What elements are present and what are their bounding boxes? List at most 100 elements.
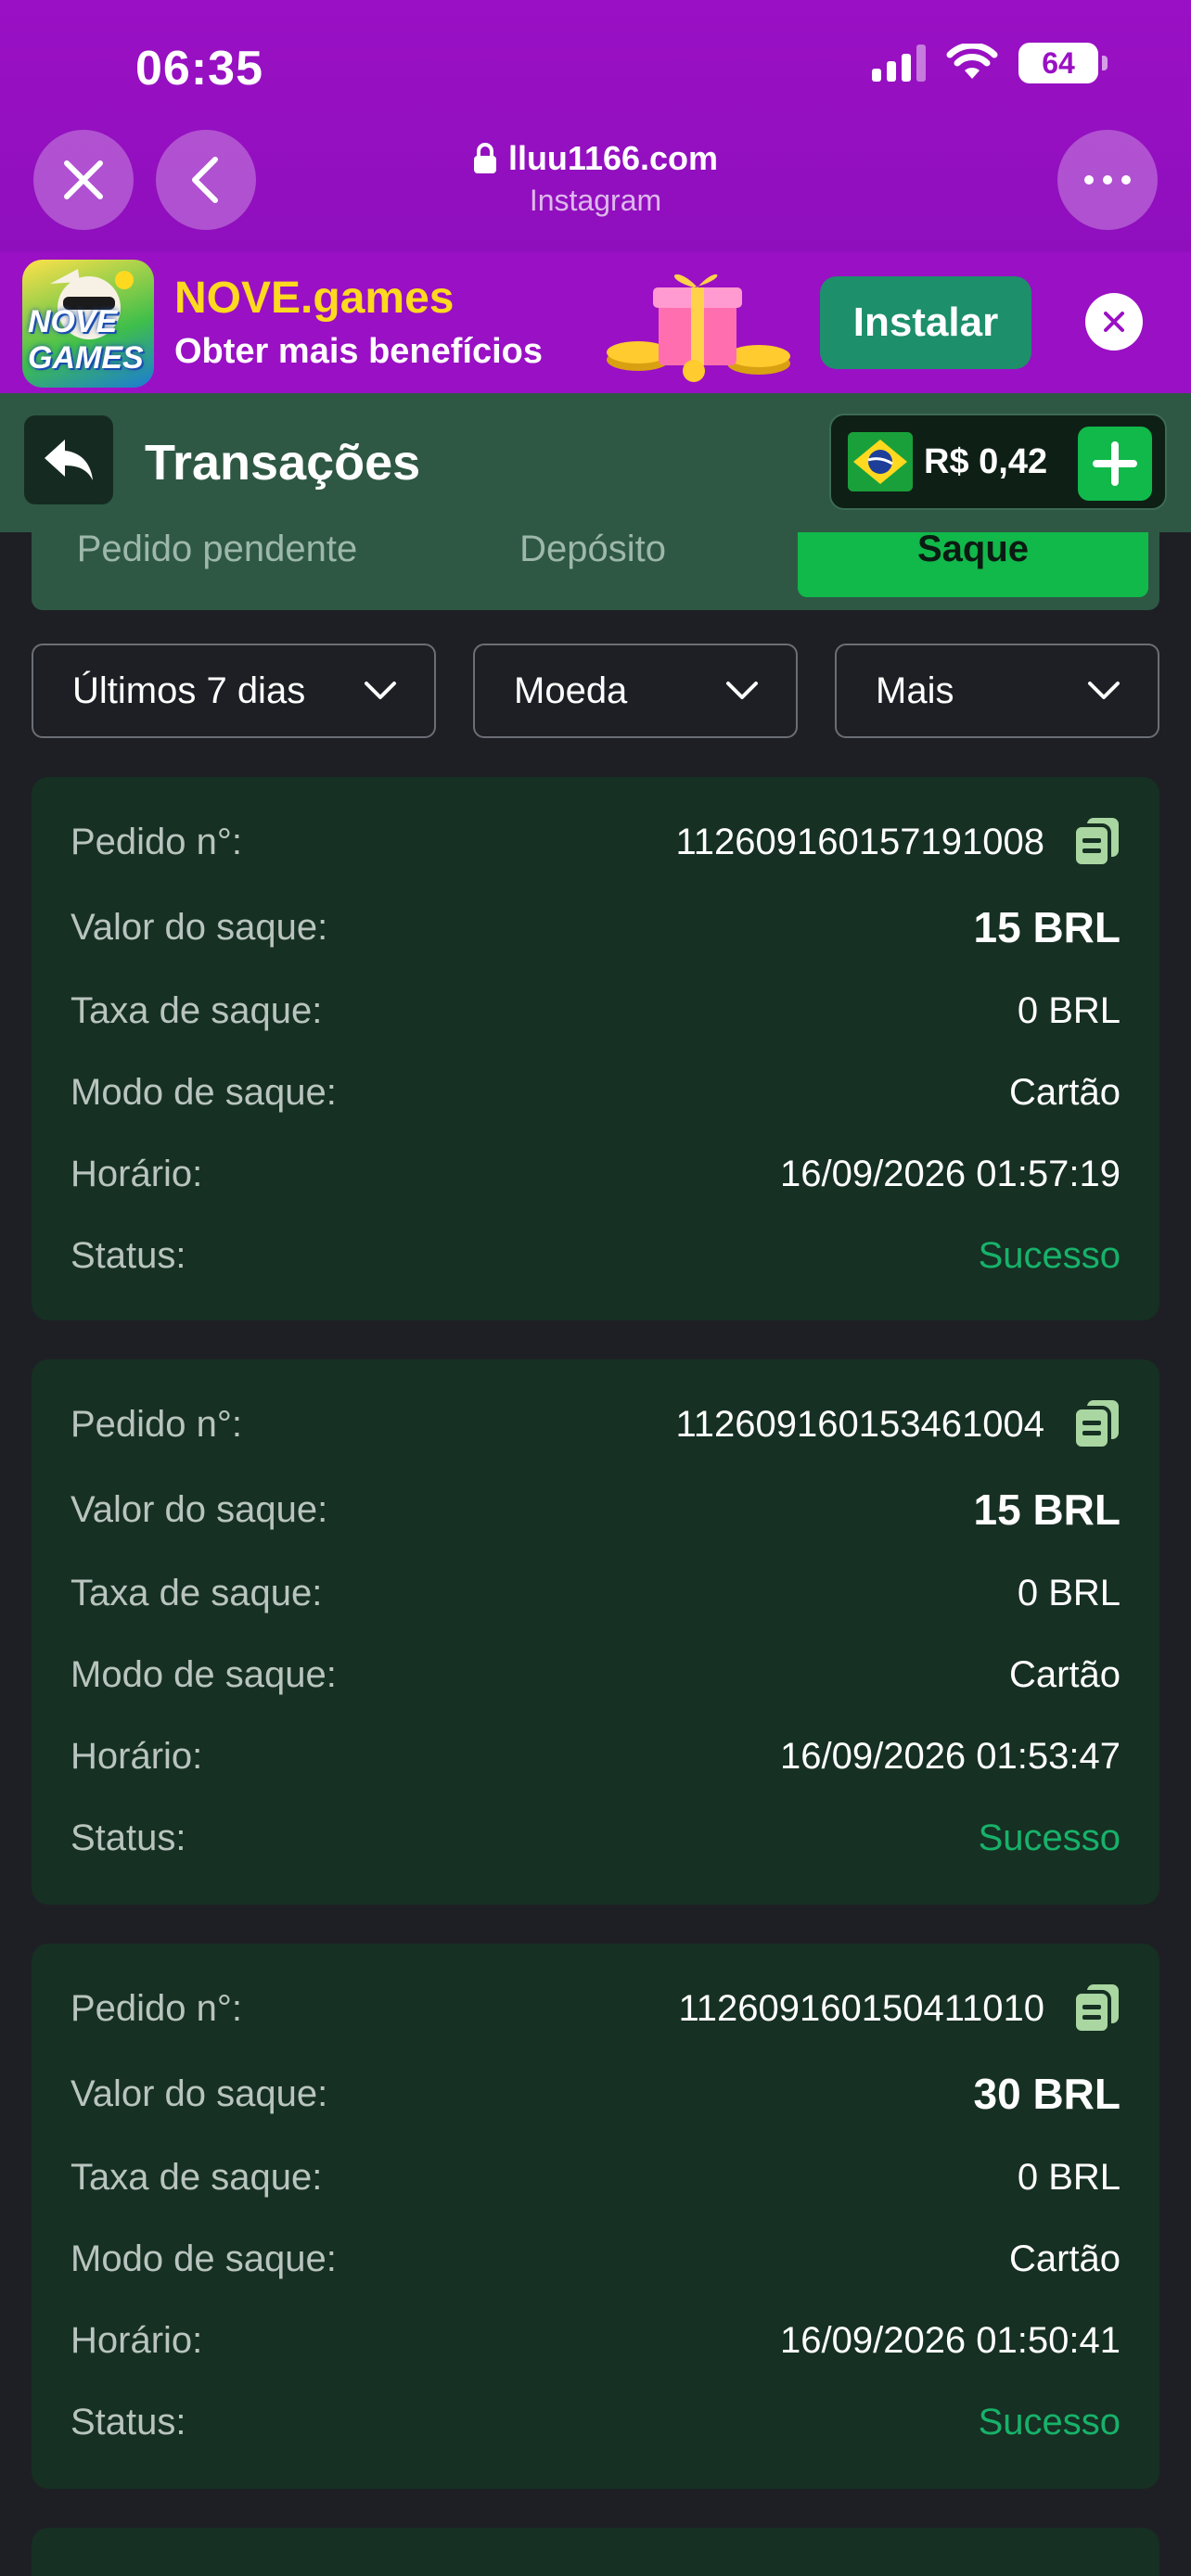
fee-label: Taxa de saque: [70, 1572, 323, 1613]
time-label: Horário: [70, 1153, 203, 1194]
currency-filter-label: Moeda [514, 670, 628, 711]
more-options-button[interactable] [1057, 130, 1158, 230]
fee-row: Taxa de saque: 0 BRL [70, 2149, 1121, 2205]
close-icon [1104, 312, 1124, 332]
order-row: Pedido n°: 112609160153461004 [70, 1396, 1121, 1452]
battery-icon: 64 [1018, 43, 1108, 83]
copy-icon[interactable] [1072, 816, 1121, 868]
balance-widget: R$ 0,42 [829, 414, 1167, 510]
cellular-signal-icon [872, 45, 926, 82]
mode-row: Modo de saque: Cartão [70, 1065, 1121, 1120]
time-row: Horário: 16/09/2026 01:53:47 [70, 1728, 1121, 1784]
time-value: 16/09/2026 01:50:41 [779, 2319, 1121, 2361]
url-bar[interactable]: lluu1166.com Instagram [410, 139, 781, 218]
close-icon [64, 160, 103, 199]
more-filter[interactable]: Mais [835, 644, 1159, 738]
amount-label: Valor do saque: [70, 1488, 328, 1530]
install-banner: NOVE GAMES NOVE.games Obter mais benefíc… [0, 252, 1191, 393]
order-number-value: 112609160153461004 [676, 1398, 1121, 1450]
install-button[interactable]: Instalar [820, 276, 1031, 369]
order-number: 112609160153461004 [675, 1403, 1044, 1445]
amount-row: Valor do saque: 15 BRL [70, 1482, 1121, 1537]
status-row: Status: Sucesso [70, 1228, 1121, 1283]
mode-label: Modo de saque: [70, 1071, 337, 1113]
fee-label: Taxa de saque: [70, 2156, 323, 2198]
brazil-flag-icon [848, 432, 913, 491]
app-logo: NOVE GAMES [22, 260, 154, 388]
transaction-card: Pedido n°: 112609160153461004 Valor do s… [32, 1359, 1159, 1905]
order-label: Pedido n°: [70, 1403, 243, 1445]
mode-row: Modo de saque: Cartão [70, 2231, 1121, 2287]
order-number: 112609160157191008 [675, 821, 1044, 862]
fee-label: Taxa de saque: [70, 989, 323, 1031]
banner-title: NOVE.games [174, 274, 455, 323]
amount-row: Valor do saque: 30 BRL [70, 2066, 1121, 2122]
chevron-down-icon [365, 682, 396, 699]
status-value: Sucesso [978, 2401, 1121, 2442]
order-label: Pedido n°: [70, 821, 243, 862]
amount-value: 15 BRL [973, 903, 1121, 951]
order-number-value: 112609160150411010 [679, 1983, 1121, 2034]
fee-row: Taxa de saque: 0 BRL [70, 1565, 1121, 1621]
time-row: Horário: 16/09/2026 01:50:41 [70, 2313, 1121, 2368]
transaction-card-partial [32, 2528, 1159, 2576]
order-row: Pedido n°: 112609160157191008 [70, 814, 1121, 870]
transaction-card: Pedido n°: 112609160157191008 Valor do s… [32, 777, 1159, 1320]
fee-row: Taxa de saque: 0 BRL [70, 983, 1121, 1039]
status-icons: 64 [872, 43, 1108, 83]
fee-value: 0 BRL [1017, 2156, 1121, 2198]
more-filter-label: Mais [876, 670, 954, 711]
time-label: Horário: [70, 1735, 203, 1777]
fee-value: 0 BRL [1017, 989, 1121, 1031]
status-row: Status: Sucesso [70, 2394, 1121, 2450]
balance-amount: R$ 0,42 [924, 441, 1048, 481]
status-row: Status: Sucesso [70, 1810, 1121, 1866]
chevron-down-icon [1088, 682, 1120, 699]
period-filter[interactable]: Últimos 7 dias [32, 644, 436, 738]
time-row: Horário: 16/09/2026 01:57:19 [70, 1146, 1121, 1202]
deposit-add-button[interactable] [1078, 427, 1152, 501]
status-label: Status: [70, 1817, 186, 1858]
status-label: Status: [70, 2401, 186, 2442]
back-arrow-icon [45, 440, 93, 480]
lock-icon [473, 143, 496, 173]
back-button[interactable] [24, 415, 113, 504]
status-value: Sucesso [978, 1234, 1121, 1276]
gift-coins-icon [607, 274, 790, 382]
amount-label: Valor do saque: [70, 906, 328, 948]
close-browser-button[interactable] [33, 130, 134, 230]
mode-value: Cartão [1008, 2238, 1121, 2279]
transaction-card: Pedido n°: 112609160150411010 Valor do s… [32, 1944, 1159, 2489]
chevron-left-icon [192, 157, 218, 203]
banner-close-button[interactable] [1085, 293, 1143, 351]
order-row: Pedido n°: 112609160150411010 [70, 1981, 1121, 2036]
order-number-value: 112609160157191008 [676, 816, 1121, 868]
amount-value: 15 BRL [973, 1486, 1121, 1534]
wifi-icon [946, 44, 998, 79]
time-value: 16/09/2026 01:57:19 [779, 1153, 1121, 1194]
app-header: Transações R$ 0,42 [0, 393, 1191, 532]
time-label: Horário: [70, 2319, 203, 2361]
status-label: Status: [70, 1234, 186, 1276]
mode-label: Modo de saque: [70, 1653, 337, 1695]
mode-row: Modo de saque: Cartão [70, 1647, 1121, 1702]
fee-value: 0 BRL [1017, 1572, 1121, 1613]
app-logo-text: NOVE GAMES [28, 304, 144, 376]
page-title: Transações [145, 435, 421, 491]
plus-icon [1093, 441, 1137, 486]
copy-icon[interactable] [1072, 1983, 1121, 2034]
order-number: 112609160150411010 [678, 1987, 1045, 2029]
status-value: Sucesso [978, 1817, 1121, 1858]
browser-back-button[interactable] [156, 130, 256, 230]
amount-label: Valor do saque: [70, 2072, 328, 2114]
url-text: lluu1166.com [507, 139, 719, 177]
time-value: 16/09/2026 01:53:47 [779, 1735, 1121, 1777]
url-source: Instagram [529, 184, 662, 217]
copy-icon[interactable] [1072, 1398, 1121, 1450]
status-time: 06:35 [135, 42, 263, 96]
currency-filter[interactable]: Moeda [473, 644, 798, 738]
chevron-down-icon [726, 682, 758, 699]
mode-label: Modo de saque: [70, 2238, 337, 2279]
amount-row: Valor do saque: 15 BRL [70, 899, 1121, 955]
browser-chrome: 06:35 64 lluu1166.com Instagram [0, 0, 1191, 252]
